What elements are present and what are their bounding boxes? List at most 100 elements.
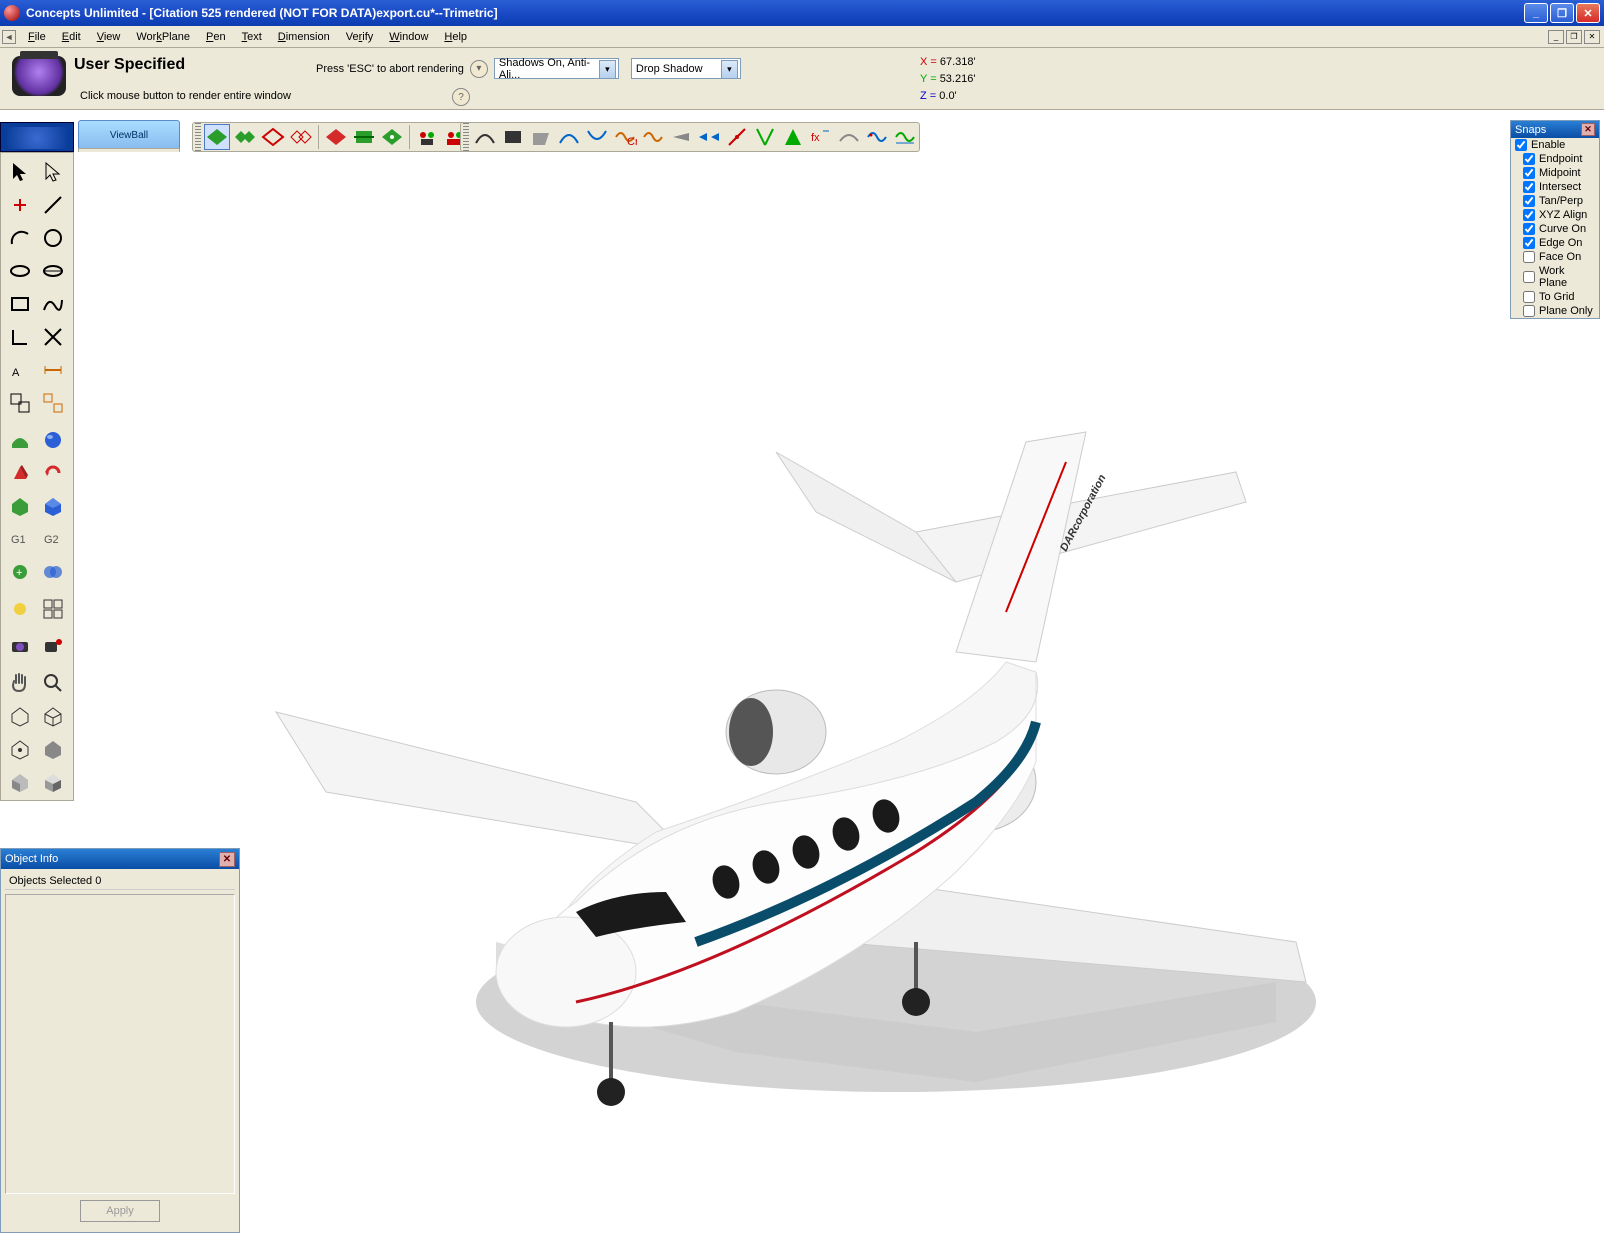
menu-text[interactable]: Text — [234, 29, 270, 45]
line-tool[interactable] — [36, 188, 69, 221]
snap-checkbox-to-grid[interactable] — [1523, 291, 1535, 303]
layers-tool[interactable] — [36, 592, 69, 625]
snaps-close-button[interactable]: ✕ — [1581, 123, 1595, 136]
view-btn-8[interactable] — [414, 124, 440, 150]
add-shape-tool[interactable]: + — [3, 555, 36, 588]
snap-checkbox-enable[interactable] — [1515, 139, 1527, 151]
snap-checkbox-midpoint[interactable] — [1523, 167, 1535, 179]
apply-button[interactable]: Apply — [80, 1200, 160, 1222]
pan-tool[interactable] — [3, 666, 36, 699]
viewball-title[interactable]: ViewBall — [78, 120, 180, 150]
ellipse-tool[interactable] — [3, 254, 36, 287]
spline-tool[interactable] — [36, 287, 69, 320]
menu-window[interactable]: Window — [381, 29, 436, 45]
shade-1[interactable] — [36, 732, 69, 765]
render-camera-icon[interactable] — [12, 56, 66, 96]
viewport-3d[interactable]: DARcorporation AeroPack — [76, 152, 1604, 1200]
animation-tool[interactable] — [36, 629, 69, 662]
view-btn-7[interactable] — [379, 124, 405, 150]
light-tool[interactable] — [3, 592, 36, 625]
render-tool[interactable] — [3, 629, 36, 662]
snap-checkbox-xyz-align[interactable] — [1523, 209, 1535, 221]
snap-checkbox-plane-only[interactable] — [1523, 305, 1535, 317]
mdi-close-button[interactable]: ✕ — [1584, 30, 1600, 44]
iso-view-1[interactable] — [3, 699, 36, 732]
menu-help[interactable]: Help — [436, 29, 475, 45]
help-icon[interactable]: ? — [452, 88, 470, 106]
snap-checkbox-tan-perp[interactable] — [1523, 195, 1535, 207]
ellipse-alt-tool[interactable] — [36, 254, 69, 287]
text-tool[interactable]: A — [3, 353, 36, 386]
dimension-tool[interactable] — [36, 353, 69, 386]
menu-file[interactable]: File — [20, 29, 54, 45]
shade-3[interactable] — [36, 765, 69, 798]
menu-pen[interactable]: Pen — [198, 29, 234, 45]
view-btn-6[interactable] — [351, 124, 377, 150]
curve-btn-3[interactable] — [528, 124, 554, 150]
curve-btn-15[interactable] — [864, 124, 890, 150]
curve-btn-16[interactable] — [892, 124, 918, 150]
curve-btn-13[interactable]: fx — [808, 124, 834, 150]
snap-checkbox-intersect[interactable] — [1523, 181, 1535, 193]
menu-edit[interactable]: Edit — [54, 29, 89, 45]
rect-tool[interactable] — [3, 287, 36, 320]
menu-dimension[interactable]: Dimension — [270, 29, 338, 45]
solid-blue-tool[interactable] — [36, 489, 69, 522]
boolean-tool[interactable] — [36, 555, 69, 588]
shadow-type-dropdown[interactable]: Drop Shadow — [631, 58, 741, 79]
view-btn-5[interactable] — [323, 124, 349, 150]
view-btn-2[interactable] — [232, 124, 258, 150]
menu-view[interactable]: View — [89, 29, 129, 45]
arc-tool[interactable] — [3, 221, 36, 254]
mdi-minimize-button[interactable]: _ — [1548, 30, 1564, 44]
g2-tool[interactable]: G2 — [36, 522, 69, 555]
snap-checkbox-curve-on[interactable] — [1523, 223, 1535, 235]
view-btn-4[interactable] — [288, 124, 314, 150]
minimize-button[interactable]: _ — [1524, 3, 1548, 23]
curve-btn-4[interactable] — [556, 124, 582, 150]
curve-btn-1[interactable] — [472, 124, 498, 150]
extrude-tool[interactable] — [3, 456, 36, 489]
shade-2[interactable] — [3, 765, 36, 798]
object-info-close-button[interactable]: ✕ — [219, 852, 235, 867]
curve-btn-14[interactable] — [836, 124, 862, 150]
revolve-tool[interactable] — [36, 456, 69, 489]
curve-btn-6[interactable]: Cn — [612, 124, 638, 150]
view-btn-3[interactable] — [260, 124, 286, 150]
iso-view-2[interactable] — [36, 699, 69, 732]
abort-info-icon[interactable]: ▾ — [470, 60, 488, 78]
zoom-tool[interactable] — [36, 666, 69, 699]
iso-view-3[interactable] — [3, 732, 36, 765]
toolbar-grip-2[interactable] — [463, 123, 469, 151]
snap-checkbox-edge-on[interactable] — [1523, 237, 1535, 249]
pointer-tool[interactable] — [3, 155, 36, 188]
menu-workplane[interactable]: WorkPlane — [128, 29, 198, 45]
curve-btn-5[interactable] — [584, 124, 610, 150]
system-menu-icon[interactable]: ◄ — [2, 30, 16, 44]
menu-verify[interactable]: Verify — [338, 29, 382, 45]
curve-btn-2[interactable] — [500, 124, 526, 150]
corner-tool[interactable] — [3, 320, 36, 353]
pointer-alt-tool[interactable] — [36, 155, 69, 188]
mdi-restore-button[interactable]: ❐ — [1566, 30, 1582, 44]
g1-tool[interactable]: G1 — [3, 522, 36, 555]
point-tool[interactable] — [3, 188, 36, 221]
trim-tool[interactable] — [36, 320, 69, 353]
view-btn-1[interactable] — [204, 124, 230, 150]
curve-btn-9[interactable] — [696, 124, 722, 150]
curve-btn-10[interactable] — [724, 124, 750, 150]
solid-green-tool[interactable] — [3, 489, 36, 522]
curve-btn-11[interactable] — [752, 124, 778, 150]
group-tool[interactable] — [3, 386, 36, 419]
curve-btn-8[interactable] — [668, 124, 694, 150]
snap-checkbox-face-on[interactable] — [1523, 251, 1535, 263]
surface-tool[interactable] — [3, 423, 36, 456]
snap-checkbox-work-plane[interactable] — [1523, 271, 1535, 283]
circle-tool[interactable] — [36, 221, 69, 254]
close-button[interactable]: ✕ — [1576, 3, 1600, 23]
maximize-button[interactable]: ❐ — [1550, 3, 1574, 23]
toolbar-grip[interactable] — [195, 123, 201, 151]
ungroup-tool[interactable] — [36, 386, 69, 419]
curve-btn-7[interactable] — [640, 124, 666, 150]
curve-btn-12[interactable] — [780, 124, 806, 150]
